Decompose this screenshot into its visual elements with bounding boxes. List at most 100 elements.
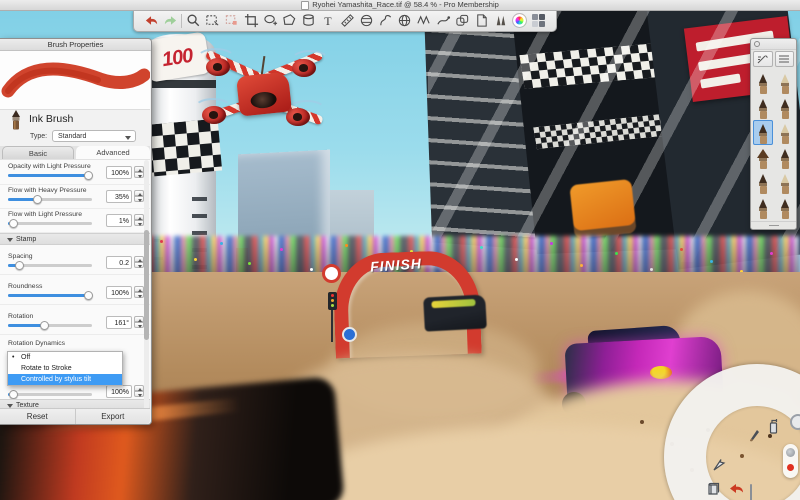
brush-thumb[interactable] [753,195,773,220]
slider-track[interactable] [8,291,93,300]
marquee-select-icon[interactable] [205,12,221,30]
panel-scrollbar[interactable] [144,160,149,410]
no-entry-sign [322,264,341,283]
brush-icon[interactable] [748,426,762,447]
airbrush-icon[interactable] [767,418,780,440]
tab-advanced[interactable]: Advanced [76,146,150,159]
transform-icon[interactable] [301,12,317,30]
scrollbar-thumb[interactable] [144,230,149,340]
brush-thumb[interactable] [775,120,795,145]
reset-button[interactable]: Reset [0,409,75,424]
brush-stroke-preview [0,51,151,110]
rotation-dynamics-label: Rotation Dynamics [8,340,66,347]
export-button[interactable]: Export [76,409,151,424]
brush-list-button[interactable] [774,51,794,67]
stepper[interactable] [134,286,144,299]
ellipse-guide-icon[interactable] [358,12,374,30]
paste-selection-icon[interactable] [224,12,240,30]
current-color-swatch[interactable] [787,464,794,471]
crop-icon[interactable] [243,12,259,30]
type-label: Type: [30,133,48,140]
brush-type-select[interactable]: Standard [52,130,136,142]
tab-basic[interactable]: Basic [2,146,74,159]
predictive-stroke-icon[interactable] [416,12,432,30]
brush-thumb[interactable] [753,170,773,195]
slider-value[interactable]: 100% [106,286,132,299]
menu-item-controlled-by-stylus-tilt[interactable]: Controlled by stylus tilt [8,374,122,385]
ruler-icon[interactable] [339,12,355,30]
brush-color-puck[interactable] [783,444,798,478]
brush-size-indicator [786,448,795,457]
slider-track[interactable] [8,219,92,228]
brush-thumb[interactable] [775,170,795,195]
slider-value[interactable]: 0.2 [106,256,132,269]
stepper-down-icon [134,172,144,178]
brush-edit-button[interactable] [753,51,773,67]
brush-thumb[interactable] [753,95,773,120]
swatches-icon[interactable] [531,12,547,30]
app-screen: 100 FINISH Ryohei Yamashita_Race.tif @ 5… [0,0,800,500]
brush-thumb[interactable] [753,145,773,170]
brush-thumb[interactable] [753,70,773,95]
window-title: Ryohei Yamashita_Race.tif @ 58.4 % - Pro… [312,0,499,9]
slider-track[interactable] [8,171,93,180]
palette-resize-handle[interactable] [751,221,796,229]
brush-thumb[interactable] [775,70,795,95]
stepper[interactable] [134,316,144,329]
perspective-guide-icon[interactable] [397,12,413,30]
slider-value[interactable]: 161° [106,316,132,329]
stepper[interactable] [134,190,144,203]
duplicate-shapes-icon[interactable] [454,12,470,30]
slider-value[interactable]: 100% [106,166,132,179]
fill-layer-icon[interactable] [473,12,489,30]
drone-rotor-pod [286,108,310,126]
layers-icon[interactable] [707,482,721,500]
blue-road-sign [342,327,357,342]
brush-name: Ink Brush [29,113,74,125]
text-tool-icon[interactable]: T [320,12,336,30]
lasso-add-icon[interactable] [262,12,278,30]
slider-track[interactable] [8,390,92,399]
slider-track[interactable] [8,261,92,270]
slider-row: Opacity with Light Pressure 100% [0,160,150,185]
polygon-select-icon[interactable] [282,12,298,30]
redo-icon[interactable] [162,12,178,30]
undo-icon[interactable] [143,12,159,30]
section-header-stamp[interactable]: Stamp [0,233,150,245]
french-curve-icon[interactable] [377,12,393,30]
eraser-icon[interactable] [750,484,752,500]
window-titlebar[interactable]: Ryohei Yamashita_Race.tif @ 58.4 % - Pro… [0,0,800,11]
rotation-dynamics-menu: • Off Rotate to Stroke Controlled by styl… [7,351,123,386]
symmetry-icon[interactable] [790,414,800,430]
menu-item-off[interactable]: • Off [8,352,122,363]
stepper[interactable] [134,166,144,179]
menu-item-rotate-to-stroke[interactable]: Rotate to Stroke [8,363,122,374]
steady-stroke-icon[interactable] [435,12,451,30]
stepper[interactable] [134,256,144,269]
drone-rotor-pod [206,58,230,76]
painting-car-center [423,294,487,332]
stepper[interactable] [134,385,144,398]
toolbar-separator [181,13,183,28]
slider-value[interactable]: 35% [106,190,132,203]
move-canvas-icon[interactable] [712,458,727,478]
undo-icon[interactable] [728,482,744,500]
slider-value[interactable]: 1% [106,214,132,227]
slider-row: Rotation 161° [0,310,150,335]
zoom-tool-icon[interactable] [186,12,202,30]
slider-value[interactable]: 100% [106,385,132,398]
panel-title[interactable]: Brush Properties [0,39,151,51]
painting-orange-machine [569,178,637,240]
brush-library-icon[interactable] [493,12,509,30]
palette-header[interactable] [751,39,796,50]
gear-icon[interactable] [754,41,760,47]
brush-thumb[interactable] [775,145,795,170]
brush-thumb[interactable] [775,95,795,120]
color-wheel-icon[interactable] [512,12,528,30]
brush-thumb-selected[interactable] [753,120,773,145]
slider-track[interactable] [8,195,92,204]
stepper[interactable] [134,214,144,227]
painting-confetti [160,240,163,243]
brush-thumb[interactable] [775,195,795,220]
slider-track[interactable] [8,321,92,330]
